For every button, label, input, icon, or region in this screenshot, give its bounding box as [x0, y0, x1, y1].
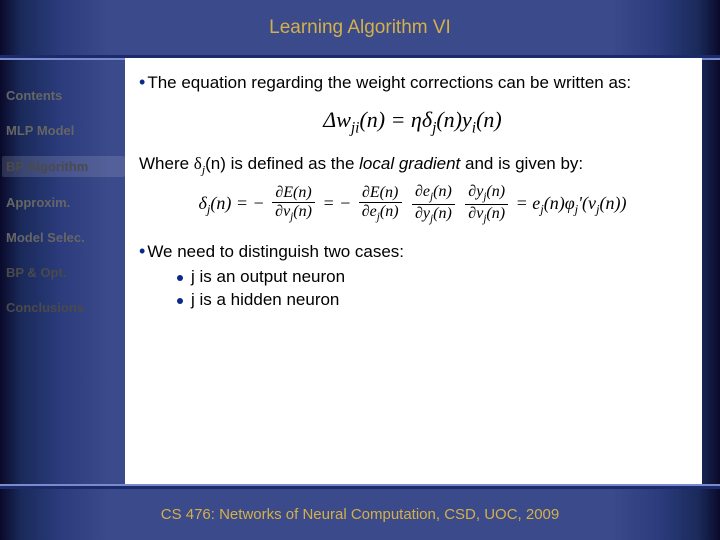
para2-delta: δ — [194, 154, 202, 173]
para2-mid: (n) is defined as the — [205, 154, 359, 173]
title-bar: Learning Algorithm VI — [0, 0, 720, 58]
bullet-icon: • — [139, 72, 145, 95]
sidebar-item-approxim[interactable]: Approxim. — [6, 193, 125, 212]
sub-bullet-2-text: j is a hidden neuron — [191, 289, 339, 312]
slide-title: Learning Algorithm VI — [269, 17, 451, 39]
sub-bullet-2: j is a hidden neuron — [177, 289, 686, 312]
sidebar-item-contents[interactable]: Contents — [6, 86, 125, 105]
sidebar-item-bp-algorithm[interactable]: BP Algorithm — [2, 156, 125, 177]
bullet-icon — [177, 275, 183, 281]
sub-bullet-list: j is an output neuron j is a hidden neur… — [177, 266, 686, 312]
sidebar-item-model-selec[interactable]: Model Selec. — [6, 228, 125, 247]
bullet-2-text: We need to distinguish two cases: — [147, 241, 404, 264]
sidebar-item-mlp-model[interactable]: MLP Model — [6, 121, 125, 140]
bullet-1-text: The equation regarding the weight correc… — [147, 72, 631, 95]
equation-2: δj(n) = − ∂E(n)∂vj(n) = − ∂E(n)∂ej(n) ∂e… — [139, 184, 686, 226]
slide: Learning Algorithm VI Contents MLP Model… — [0, 0, 720, 540]
para2-pre: Where — [139, 154, 194, 173]
sidebar-item-bp-opt[interactable]: BP & Opt. — [6, 263, 125, 282]
sub-bullet-1-text: j is an output neuron — [191, 266, 345, 289]
footer: CS 476: Networks of Neural Computation, … — [0, 486, 720, 540]
bullet-2: • We need to distinguish two cases: — [139, 241, 686, 264]
content-area: • The equation regarding the weight corr… — [125, 58, 702, 486]
paragraph-local-gradient: Where δj(n) is defined as the local grad… — [139, 153, 686, 177]
sidebar-item-conclusions[interactable]: Conclusions — [6, 298, 125, 317]
para2-post: and is given by: — [460, 154, 583, 173]
equation-1: Δwji(n) = ηδj(n)yi(n) — [139, 105, 686, 139]
bullet-icon — [177, 298, 183, 304]
bullet-icon: • — [139, 241, 145, 264]
bullet-1: • The equation regarding the weight corr… — [139, 72, 686, 95]
para2-italic: local gradient — [359, 154, 460, 173]
sidebar: Contents MLP Model BP Algorithm Approxim… — [0, 58, 125, 486]
body-row: Contents MLP Model BP Algorithm Approxim… — [0, 58, 720, 486]
sub-bullet-1: j is an output neuron — [177, 266, 686, 289]
footer-text: CS 476: Networks of Neural Computation, … — [161, 506, 560, 523]
